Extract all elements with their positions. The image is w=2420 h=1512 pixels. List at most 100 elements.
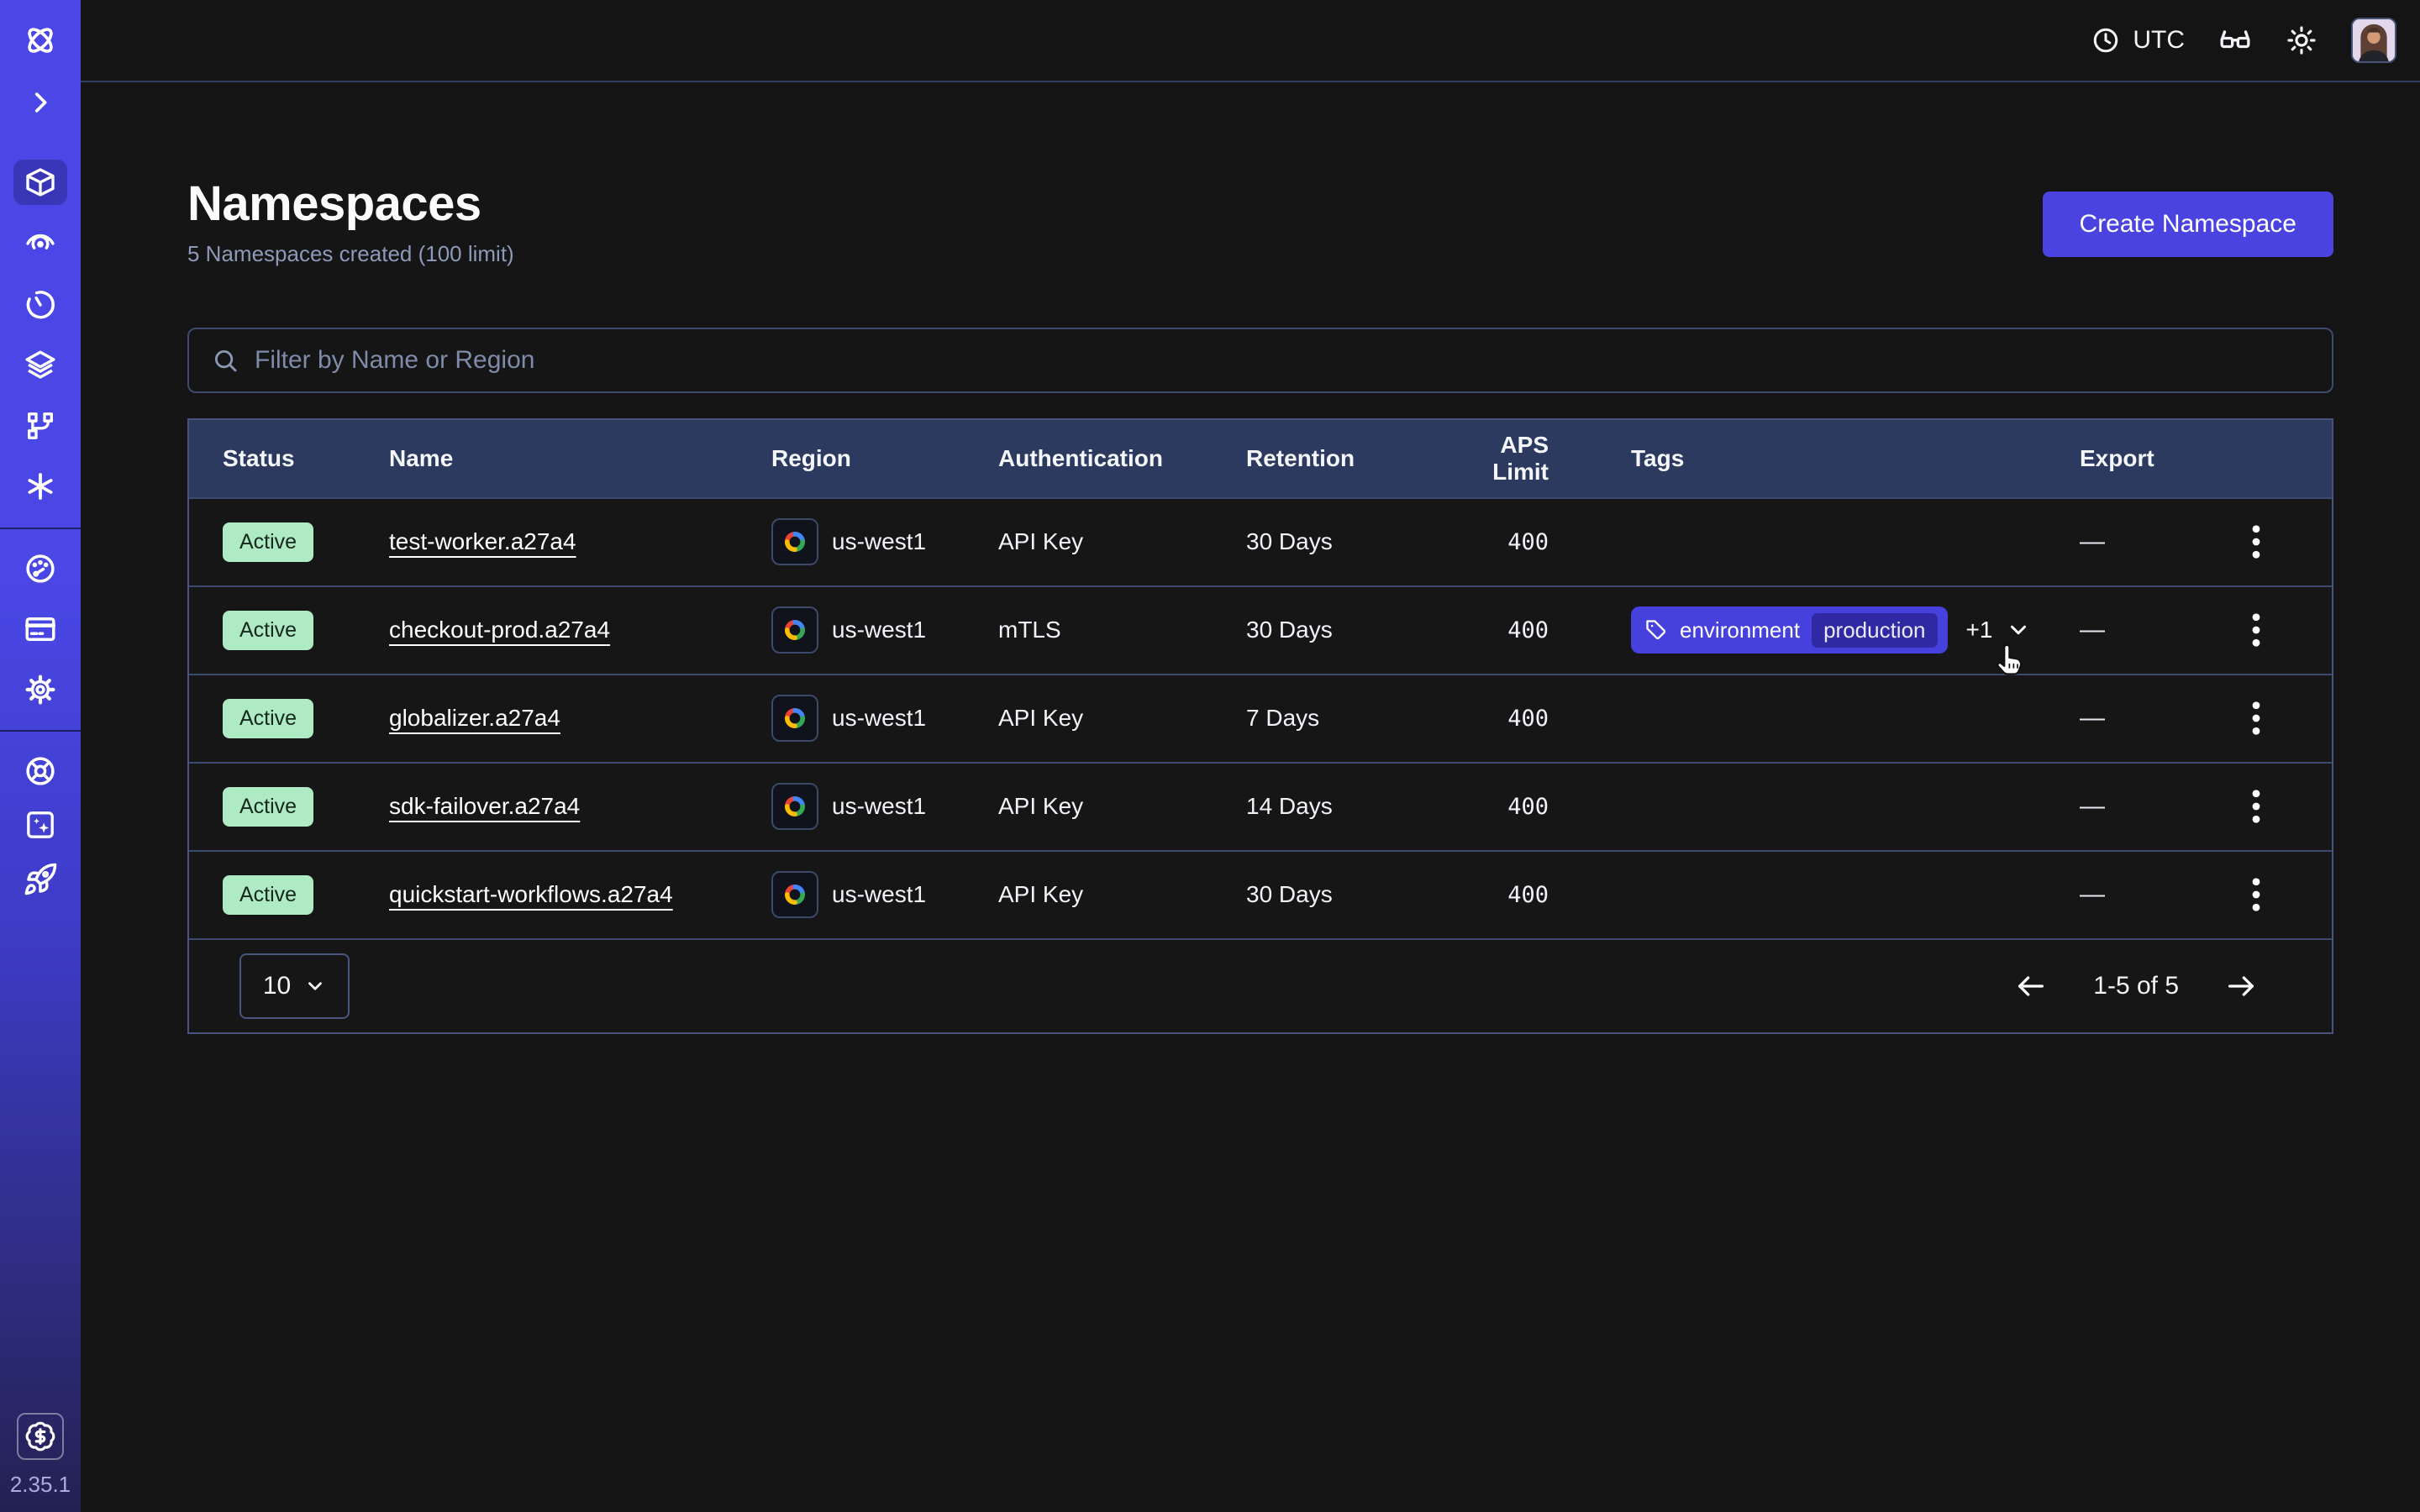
search-icon: [211, 346, 239, 375]
kebab-icon: [2250, 788, 2262, 825]
row-menu-button[interactable]: [2242, 515, 2270, 569]
col-status: Status: [223, 445, 389, 472]
gauge-icon: [23, 551, 58, 586]
chevron-down-icon: [2006, 617, 2031, 643]
sidebar-item-eye[interactable]: [0, 220, 81, 265]
region-label: us-west1: [832, 528, 926, 555]
sidebar-item-timer[interactable]: [0, 282, 81, 328]
gcp-logo-icon: [771, 871, 818, 918]
export-value: —: [2080, 792, 2214, 821]
sidebar-item-settings[interactable]: [0, 667, 81, 712]
auth-label: API Key: [998, 528, 1246, 555]
avatar[interactable]: [2351, 18, 2396, 63]
namespace-link[interactable]: quickstart-workflows.a27a4: [389, 881, 673, 907]
chevron-right-icon[interactable]: [0, 80, 81, 125]
namespace-link[interactable]: test-worker.a27a4: [389, 528, 576, 554]
asterisk-icon: [23, 469, 58, 504]
page-size-select[interactable]: 10: [239, 953, 350, 1019]
sidebar-item-layers[interactable]: [0, 343, 81, 388]
lifebuoy-icon: [23, 753, 58, 789]
topbar: UTC: [81, 0, 2420, 82]
region-label: us-west1: [832, 793, 926, 820]
aps-limit-value: 400: [1439, 882, 1549, 908]
badge-dollar-icon: [24, 1420, 56, 1452]
aps-limit-value: 400: [1439, 706, 1549, 732]
gcp-logo-icon: [771, 695, 818, 742]
filter-bar[interactable]: [187, 328, 2333, 393]
table-row: Active test-worker.a27a4 us-west1 API Ke…: [189, 497, 2332, 585]
sidebar-item-getting-started[interactable]: [0, 857, 81, 902]
namespace-link[interactable]: checkout-prod.a27a4: [389, 617, 610, 643]
rocket-icon: [23, 862, 58, 897]
namespace-link[interactable]: sdk-failover.a27a4: [389, 793, 580, 819]
aps-limit-value: 400: [1439, 529, 1549, 555]
auth-label: API Key: [998, 793, 1246, 820]
timer-icon: [23, 287, 58, 323]
main-content: Namespaces 5 Namespaces created (100 lim…: [81, 84, 2420, 1512]
export-value: —: [2080, 880, 2214, 909]
gear-icon: [23, 672, 58, 707]
more-tags-count: +1: [1966, 617, 1993, 643]
sidebar: 2.35.1: [0, 0, 81, 1512]
sidebar-item-feedback[interactable]: [0, 802, 81, 848]
page-subtitle: 5 Namespaces created (100 limit): [187, 241, 514, 267]
kebab-icon: [2250, 876, 2262, 913]
tag-chip[interactable]: environment production: [1631, 606, 1948, 654]
row-menu-button[interactable]: [2242, 780, 2270, 833]
row-menu-button[interactable]: [2242, 691, 2270, 745]
sidebar-item-usage[interactable]: [0, 546, 81, 591]
export-value: —: [2080, 528, 2214, 556]
more-tags-toggle[interactable]: +1: [1966, 617, 2032, 643]
glasses-icon: [2218, 24, 2252, 57]
cube-icon: [24, 165, 57, 199]
arrow-left-icon: [2014, 969, 2048, 1003]
create-namespace-button[interactable]: Create Namespace: [2043, 192, 2333, 257]
sidebar-item-credits[interactable]: [17, 1413, 64, 1460]
status-badge: Active: [223, 699, 313, 738]
sidebar-item-billing[interactable]: [0, 606, 81, 652]
sidebar-item-namespaces[interactable]: [13, 160, 67, 205]
col-name: Name: [389, 445, 771, 472]
status-badge: Active: [223, 611, 313, 650]
col-region: Region: [771, 445, 998, 472]
row-menu-button[interactable]: [2242, 868, 2270, 921]
layers-icon: [23, 348, 58, 383]
retention-label: 30 Days: [1246, 881, 1439, 908]
status-badge: Active: [223, 875, 313, 915]
tag-icon: [1644, 618, 1668, 642]
orbit-logo-icon[interactable]: [0, 18, 81, 63]
export-value: —: [2080, 616, 2214, 644]
gcp-logo-icon: [771, 783, 818, 830]
kebab-icon: [2250, 700, 2262, 737]
sidebar-item-support[interactable]: [0, 748, 81, 794]
eye-icon: [23, 225, 58, 260]
gcp-logo-icon: [771, 606, 818, 654]
timezone-selector[interactable]: UTC: [2091, 25, 2185, 55]
table-footer: 10 1-5 of 5: [189, 938, 2332, 1032]
theme-toggle[interactable]: [2286, 24, 2317, 56]
col-authentication: Authentication: [998, 445, 1246, 472]
sidebar-item-branch[interactable]: [0, 403, 81, 449]
page-size-value: 10: [263, 972, 291, 1000]
labs-toggle[interactable]: [2218, 24, 2252, 57]
filter-input[interactable]: [255, 346, 2310, 375]
table-row: Active globalizer.a27a4 us-west1 API Key…: [189, 674, 2332, 762]
kebab-icon: [2250, 612, 2262, 648]
export-value: —: [2080, 704, 2214, 732]
next-page-button[interactable]: [2219, 964, 2263, 1008]
retention-label: 30 Days: [1246, 617, 1439, 643]
auth-label: API Key: [998, 881, 1246, 908]
namespace-link[interactable]: globalizer.a27a4: [389, 705, 560, 731]
region-label: us-west1: [832, 617, 926, 643]
sidebar-divider: [0, 730, 81, 732]
previous-page-button[interactable]: [2009, 964, 2053, 1008]
sidebar-divider: [0, 528, 81, 529]
row-menu-button[interactable]: [2242, 603, 2270, 657]
auth-label: mTLS: [998, 617, 1246, 643]
status-badge: Active: [223, 522, 313, 562]
sun-icon: [2286, 24, 2317, 56]
gcp-logo-icon: [771, 518, 818, 565]
table-row: Active quickstart-workflows.a27a4 us-wes…: [189, 850, 2332, 938]
sidebar-item-asterisk[interactable]: [0, 464, 81, 509]
table-row: Active checkout-prod.a27a4 us-west1 mTLS…: [189, 585, 2332, 674]
